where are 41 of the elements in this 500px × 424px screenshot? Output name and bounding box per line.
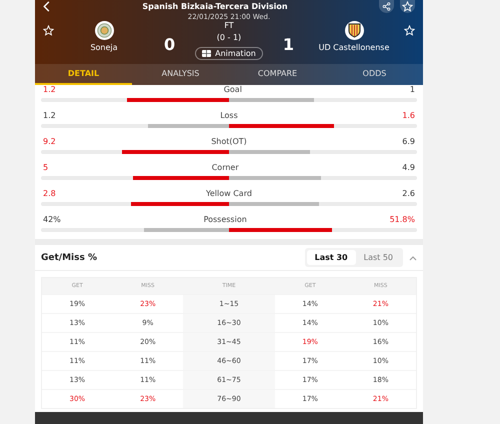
favorite-star-button[interactable] (404, 25, 415, 36)
animation-button[interactable]: Animation (195, 47, 263, 60)
league-title: Spanish Bizkaia-Tercera Division (142, 2, 288, 11)
home-stat-value: 1.2 (43, 85, 56, 95)
share-button[interactable] (378, 0, 394, 13)
range-option[interactable]: Last 50 (356, 250, 401, 265)
away-stat-value: 6.9 (402, 137, 415, 147)
home-stat-value: 9.2 (43, 137, 56, 147)
home-stat-value: 1.2 (43, 111, 56, 121)
tab[interactable]: COMPARE (229, 64, 326, 85)
home-stat-value: 5 (43, 163, 48, 173)
match-status: FT (224, 21, 234, 30)
away-stat-value: 1 (410, 85, 415, 95)
favorite-star-button[interactable] (43, 25, 54, 36)
tab[interactable]: DETAIL (35, 64, 132, 85)
team-name: Soneja (90, 43, 118, 52)
away-stat-value: 1.6 (402, 111, 415, 121)
favorite-button[interactable] (400, 0, 415, 13)
home-stat-value: 2.8 (43, 189, 56, 199)
team-logo (94, 21, 114, 40)
half-time-score: (0 - 1) (216, 33, 242, 42)
stat-label: Corner (212, 163, 239, 173)
home-stat-value: 42% (43, 215, 61, 225)
stat-label: Shot(OT) (211, 137, 247, 147)
range-option[interactable]: Last 30 (306, 250, 356, 265)
stat-label: Loss (220, 111, 238, 121)
field-icon (202, 50, 212, 57)
away-score: 1 (282, 35, 294, 54)
stat-label: Yellow Card (206, 189, 252, 199)
section-title: Get/Miss % (41, 252, 97, 262)
away-stat-value: 2.6 (402, 189, 415, 199)
away-stat-value: 51.8% (390, 215, 415, 225)
away-stat-value: 4.9 (402, 163, 415, 173)
tab[interactable]: ODDS (326, 64, 423, 85)
home-score: 0 (164, 35, 176, 54)
stat-label: Possession (204, 215, 247, 225)
back-icon[interactable] (43, 1, 51, 12)
tab[interactable]: ANALYSIS (132, 64, 229, 85)
stat-label: Goal (224, 85, 242, 95)
team-name: UD Castellonense (318, 43, 390, 52)
team-logo (344, 21, 364, 40)
